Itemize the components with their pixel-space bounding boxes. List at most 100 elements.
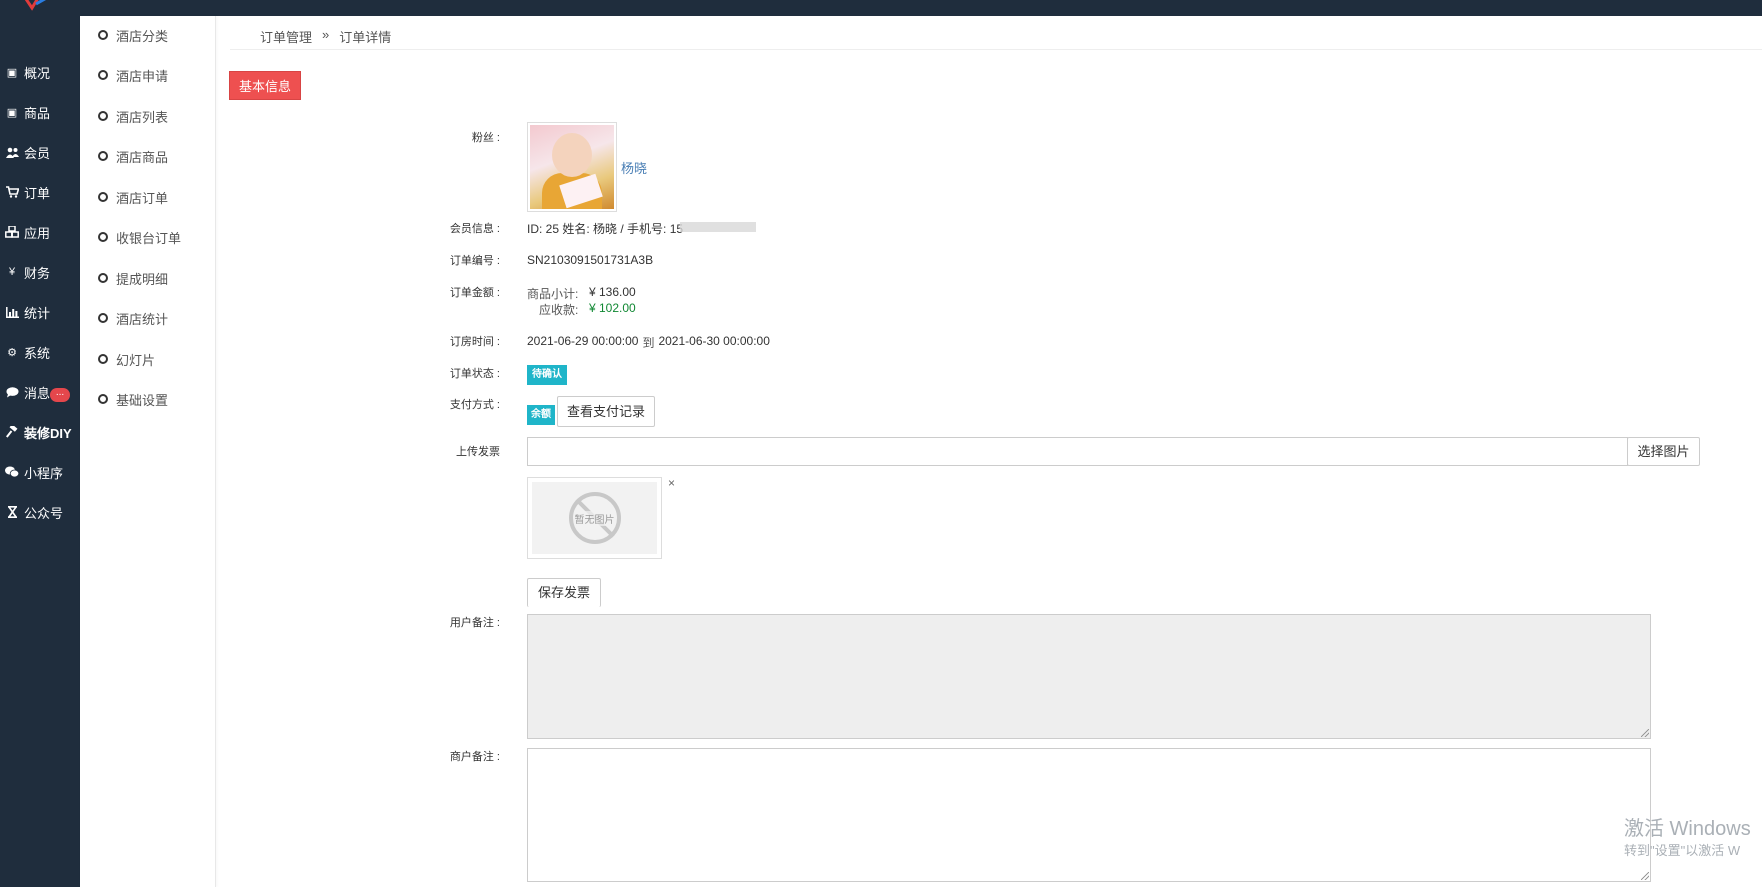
invoice-thumbnail: 暂无图片 <box>527 477 662 559</box>
remove-image-icon[interactable]: × <box>668 476 675 490</box>
sidebar-item-stats[interactable]: 统计 <box>0 292 80 332</box>
avatar[interactable] <box>527 122 617 212</box>
subnav-item-label: 幻灯片 <box>116 352 156 368</box>
avatar-photo <box>530 125 614 209</box>
sidebar-item-apps[interactable]: 应用 <box>0 212 80 252</box>
sidebar-item-miniprogram[interactable]: 小程序 <box>0 452 80 492</box>
subnav-item-label: 酒店订单 <box>116 190 169 206</box>
sidebar-item-label: 系统 <box>24 345 51 361</box>
subnav-item-label: 酒店申请 <box>116 68 169 84</box>
wechat-icon <box>5 465 19 479</box>
main-sidebar: ▣ 概况 ▣ 商品 会员 订单 应用 ¥ 财务 统计 ⚙ 系统 消息 装修DIY… <box>0 16 80 887</box>
breadcrumb-divider <box>230 49 1762 50</box>
sidebar-item-label: 小程序 <box>24 465 64 481</box>
tab-basic-info[interactable]: 基本信息 <box>229 71 301 100</box>
circle-icon <box>98 111 108 121</box>
status-label: 订单状态 : <box>449 368 500 380</box>
invoice-label: 上传发票 <box>456 446 500 458</box>
sidebar-item-label: 会员 <box>24 145 51 161</box>
sidebar-item-label: 概况 <box>24 65 51 81</box>
fans-name-link[interactable]: 杨晓 <box>621 158 647 177</box>
circle-icon <box>98 313 108 323</box>
hourglass-icon <box>5 505 19 519</box>
sidebar-item-label: 财务 <box>24 265 51 281</box>
subnav-item-slides[interactable]: 幻灯片 <box>98 349 155 369</box>
subnav-item-label: 酒店列表 <box>116 109 169 125</box>
user-note-label: 用户备注 : <box>449 617 500 629</box>
member-label: 会员信息 : <box>449 223 500 235</box>
circle-icon <box>98 232 108 242</box>
view-pay-record-button[interactable]: 查看支付记录 <box>557 396 655 427</box>
sidebar-item-diy[interactable]: 装修DIY <box>0 412 80 452</box>
receivable-label: 应收款: <box>539 303 579 317</box>
amount-label: 订单金额 : <box>449 287 500 299</box>
subnav-item-label: 提成明细 <box>116 271 169 287</box>
subnav-item-settings[interactable]: 基础设置 <box>98 389 168 409</box>
sidebar-item-official-account[interactable]: 公众号 <box>0 492 80 532</box>
breadcrumb-current: 订单详情 <box>339 30 392 45</box>
yen-icon: ¥ <box>8 266 16 278</box>
subnav-item-hotel-list[interactable]: 酒店列表 <box>98 106 168 126</box>
sidebar-item-label: 应用 <box>24 225 51 241</box>
subnav-item-hotel-stats[interactable]: 酒店统计 <box>98 308 168 328</box>
message-count-badge: ... <box>50 388 70 402</box>
user-note-textarea <box>527 614 1651 739</box>
sidebar-item-label: 订单 <box>24 185 51 201</box>
checkin-range: 2021-06-29 00:00:00 到 2021-06-30 00:00:0… <box>527 334 770 351</box>
order-no: SN2103091501731A3B <box>527 253 654 267</box>
subnav-item-label: 收银台订单 <box>116 230 182 246</box>
breadcrumb-parent[interactable]: 订单管理 <box>260 27 312 46</box>
sidebar-item-members[interactable]: 会员 <box>0 132 80 172</box>
sidebar-item-label: 装修DIY <box>24 425 72 441</box>
fans-label: 粉丝 : <box>471 132 500 144</box>
sidebar-item-goods[interactable]: ▣ 商品 <box>0 92 80 132</box>
gavel-icon <box>5 425 19 439</box>
users-icon <box>5 145 19 159</box>
checkin-start: 2021-06-29 00:00:00 <box>527 334 639 348</box>
subnav-item-hotel-orders[interactable]: 酒店订单 <box>98 187 168 207</box>
subnav-item-hotel-goods[interactable]: 酒店商品 <box>98 146 168 166</box>
sidebar-item-system[interactable]: ⚙ 系统 <box>0 332 80 372</box>
sidebar-item-finance[interactable]: ¥ 财务 <box>0 252 80 292</box>
checkin-to: 到 <box>642 336 655 350</box>
secondary-nav: 酒店分类 酒店申请 酒店列表 酒店商品 酒店订单 收银台订单 提成明细 酒店统计… <box>80 16 216 887</box>
checkin-label: 订房时间 : <box>449 336 500 348</box>
invoice-path-input[interactable] <box>527 437 1628 466</box>
subnav-item-cashier-orders[interactable]: 收银台订单 <box>98 227 181 247</box>
breadcrumb: 订单管理 » 订单详情 <box>260 27 391 46</box>
member-info: ID: 25 姓名: 杨晓 / 手机号: 15 <box>527 222 684 236</box>
circle-icon <box>98 354 108 364</box>
circle-icon <box>98 70 108 80</box>
sidebar-item-label: 商品 <box>24 105 51 121</box>
subnav-item-label: 基础设置 <box>116 392 169 408</box>
order-no-label: 订单编号 : <box>449 255 500 267</box>
save-invoice-button[interactable]: 保存发票 <box>527 578 601 607</box>
merchant-note-textarea[interactable] <box>527 748 1651 882</box>
choose-image-button[interactable]: 选择图片 <box>1627 437 1700 466</box>
sidebar-item-overview[interactable]: ▣ 概况 <box>0 52 80 92</box>
subtotal-label: 商品小计: <box>527 287 579 301</box>
resize-handle-icon <box>1641 872 1649 880</box>
subnav-item-hotel-category[interactable]: 酒店分类 <box>98 25 168 45</box>
status-badge: 待确认 <box>527 365 567 385</box>
archive-icon: ▣ <box>6 66 18 79</box>
subnav-item-hotel-apply[interactable]: 酒店申请 <box>98 65 168 85</box>
pay-label: 支付方式 : <box>449 399 500 411</box>
circle-icon <box>98 273 108 283</box>
archive-icon: ▣ <box>6 106 18 119</box>
resize-handle-icon <box>1641 729 1649 737</box>
subnav-item-commission[interactable]: 提成明细 <box>98 268 168 288</box>
comment-icon <box>5 385 19 399</box>
sidebar-item-label: 消息 <box>24 385 51 401</box>
merchant-note-label: 商户备注 : <box>449 751 500 763</box>
cubes-icon <box>5 225 19 239</box>
logo-icon[interactable] <box>20 0 54 12</box>
sidebar-item-orders[interactable]: 订单 <box>0 172 80 212</box>
subtotal-value: ¥ 136.00 <box>589 285 636 299</box>
pay-method-badge: 余额 <box>527 405 555 425</box>
sidebar-item-label: 统计 <box>24 305 51 321</box>
circle-icon <box>98 192 108 202</box>
subnav-item-label: 酒店商品 <box>116 149 169 165</box>
gears-icon: ⚙ <box>7 346 17 359</box>
circle-icon <box>98 394 108 404</box>
